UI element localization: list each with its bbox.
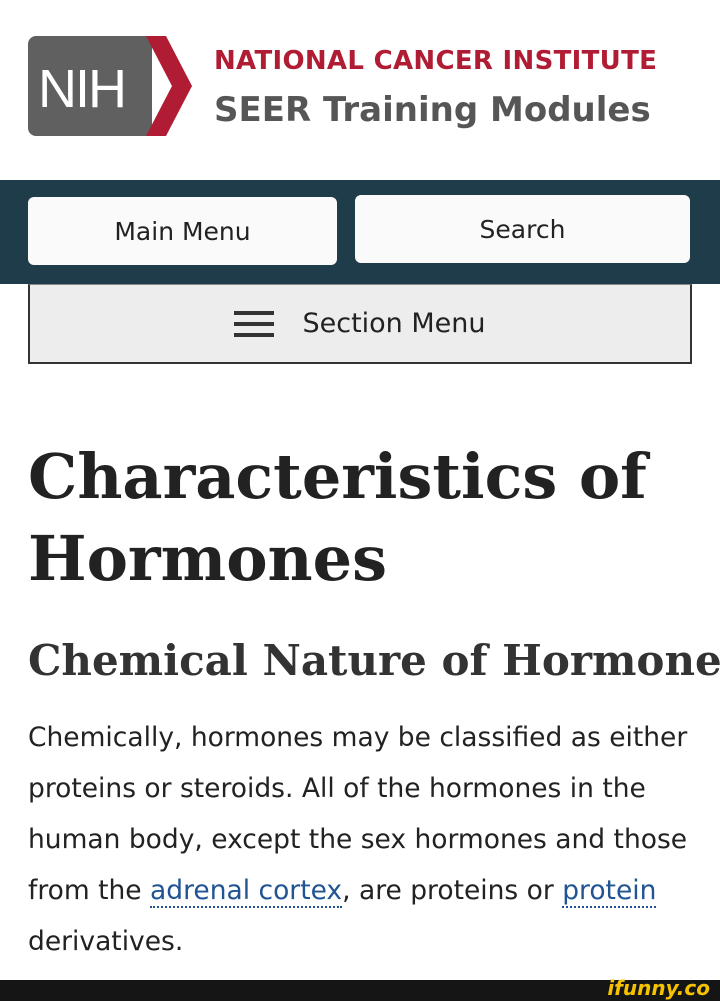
ifunny-watermark: ifunny.co	[607, 976, 710, 1000]
nih-logo[interactable]: NIH	[28, 36, 192, 138]
protein-link[interactable]: protein	[562, 875, 657, 908]
site-header: NIH NATIONAL CANCER INSTITUTE SEER Train…	[0, 0, 720, 180]
main-menu-button[interactable]: Main Menu	[28, 197, 337, 265]
paragraph-text-3: derivatives.	[28, 926, 184, 957]
page-title: Characteristics of Hormones	[28, 440, 647, 595]
paragraph-text-2: , are proteins or	[342, 875, 563, 906]
body-paragraph: Chemically, hormones may be classified a…	[28, 712, 704, 967]
nih-logo-box: NIH	[28, 36, 152, 136]
section-menu-button[interactable]: Section Menu	[28, 284, 692, 364]
search-button[interactable]: Search	[355, 195, 690, 263]
nih-chevron-icon	[146, 36, 192, 136]
watermark-bar: ifunny.co	[0, 976, 720, 1001]
product-name: SEER Training Modules	[214, 90, 651, 130]
hamburger-menu-icon	[234, 310, 275, 337]
top-navigation-bar: Main Menu Search	[0, 180, 720, 284]
section-menu-label: Section Menu	[302, 308, 486, 339]
organization-name: NATIONAL CANCER INSTITUTE	[214, 46, 658, 76]
section-heading: Chemical Nature of Hormones	[28, 636, 720, 685]
adrenal-cortex-link[interactable]: adrenal cortex	[150, 875, 343, 908]
nih-logo-text: NIH	[38, 59, 127, 119]
